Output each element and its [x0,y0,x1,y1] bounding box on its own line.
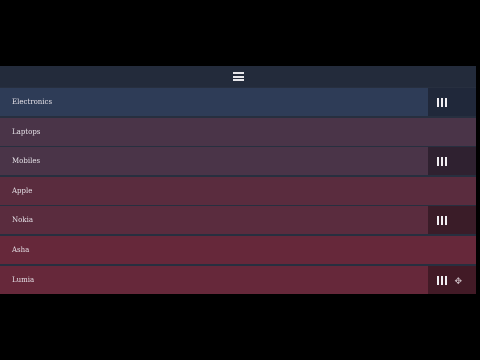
list-item-lumia[interactable]: Lumia ✥ [0,266,476,294]
list-item-mobiles[interactable]: Mobiles [0,147,476,175]
list-item-label: Nokia [12,216,33,224]
drag-handle[interactable]: ✥ [428,266,476,294]
list-item-nokia[interactable]: Nokia [0,206,476,234]
drag-handle-bars-icon [437,156,447,166]
list-item-label: Asha [12,246,30,254]
top-bar [0,66,476,87]
app-screen: Electronics Laptops Mobiles Apple Nokia … [0,66,476,294]
list-item-label: Lumia [12,276,35,284]
drag-handle[interactable] [428,147,476,175]
drag-handle[interactable] [428,206,476,234]
move-cursor-icon: ✥ [454,277,462,287]
list-item-label: Electronics [12,98,53,106]
list-item-laptops[interactable]: Laptops [0,118,476,146]
list-item-label: Mobiles [12,157,41,165]
list-item-label: Laptops [12,128,41,136]
drag-handle[interactable] [428,88,476,116]
list-item-asha[interactable]: Asha [0,236,476,264]
drag-handle-bars-icon [437,215,447,225]
list-item-apple[interactable]: Apple [0,177,476,205]
hamburger-menu-icon[interactable] [232,72,244,81]
drag-handle-bars-icon [437,275,447,285]
drag-handle-bars-icon [437,97,447,107]
list-item-label: Apple [12,187,33,195]
list-item-electronics[interactable]: Electronics [0,88,476,116]
